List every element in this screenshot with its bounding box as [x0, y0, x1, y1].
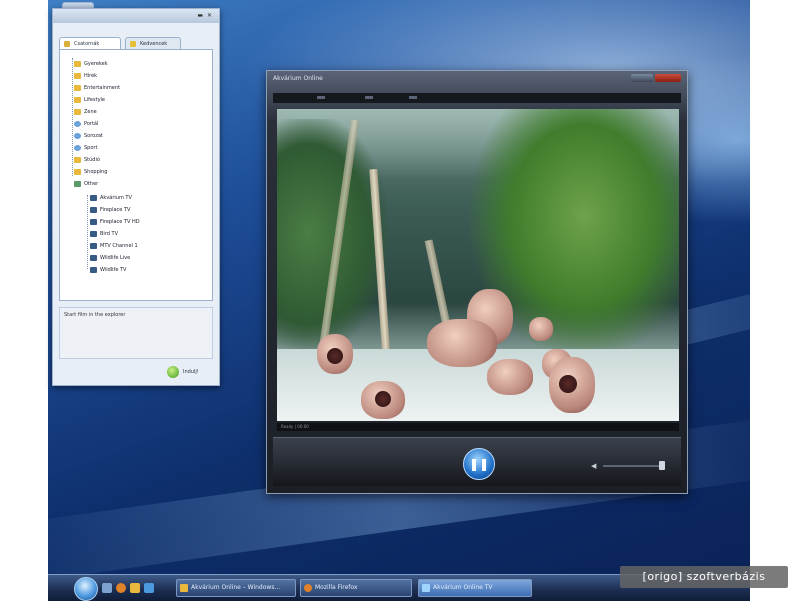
folder-icon[interactable]	[130, 583, 140, 593]
aquarium-ornament	[487, 359, 533, 395]
channel-window: ▬ ✕ Csatornák Kedvencek Gyerekek Hírek E…	[52, 8, 220, 386]
folder-icon	[74, 72, 81, 79]
tree-item-channel[interactable]: Wildlife Live	[90, 254, 130, 263]
ornament-hole	[375, 391, 391, 407]
player-title: Akvárium Online	[273, 75, 323, 82]
folder-open-icon	[74, 180, 81, 187]
menu-item[interactable]	[409, 96, 417, 99]
ornament-hole	[559, 375, 577, 393]
menu-item[interactable]	[365, 96, 373, 99]
folder-icon	[74, 60, 81, 67]
aquarium-plants	[277, 119, 387, 349]
tab-channels[interactable]: Csatornák	[59, 37, 121, 49]
star-icon	[130, 41, 136, 47]
tree-item-channel[interactable]: MTV Channel 1	[90, 242, 138, 251]
tree-item-category[interactable]: Sorozat	[74, 132, 103, 141]
folder-icon	[74, 168, 81, 175]
channel-tabs: Csatornák Kedvencek	[59, 37, 213, 49]
tree-item-category[interactable]: Sport	[74, 144, 97, 153]
pause-icon: ❚❚	[468, 457, 490, 471]
menu-item[interactable]	[317, 96, 325, 99]
tree-item-category[interactable]: Stúdió	[74, 156, 100, 165]
channel-icon	[90, 230, 97, 237]
aquarium-ornament	[361, 381, 405, 419]
tree-item-category[interactable]: Gyerekek	[74, 60, 108, 69]
volume-slider-handle[interactable]	[659, 461, 665, 470]
globe-icon	[74, 144, 81, 151]
channel-icon	[90, 266, 97, 273]
folder-icon	[74, 96, 81, 103]
window-controls-icon[interactable]: ▬ ✕	[197, 12, 213, 19]
pause-button[interactable]: ❚❚	[463, 448, 495, 480]
aquarium-ornament	[427, 319, 497, 367]
tree-item-channel[interactable]: Fireplace TV HD	[90, 218, 140, 227]
start-label: Indulj!	[183, 369, 199, 375]
info-panel: Start film in the explorer	[59, 307, 213, 359]
ornament-hole	[327, 348, 343, 364]
channel-tree: Gyerekek Hírek Entertainment Lifestyle Z…	[59, 49, 213, 301]
tree-item-category[interactable]: Shopping	[74, 168, 107, 177]
tv-icon	[64, 41, 70, 47]
media-icon[interactable]	[144, 583, 154, 593]
folder-icon	[74, 84, 81, 91]
channel-icon	[90, 254, 97, 261]
folder-icon	[74, 108, 81, 115]
player-menubar	[273, 93, 681, 103]
show-desktop-icon[interactable]	[102, 583, 112, 593]
channel-window-titlebar[interactable]: ▬ ✕	[53, 9, 219, 23]
channel-icon	[90, 242, 97, 249]
speaker-icon[interactable]: ◀	[591, 462, 596, 470]
aquarium-ornament	[549, 357, 595, 413]
watermark: [origo] szoftverbázis	[620, 566, 788, 588]
video-frame[interactable]	[277, 109, 679, 421]
tab-favorites[interactable]: Kedvencek	[125, 37, 181, 49]
firefox-icon	[304, 584, 312, 592]
start-orb-icon[interactable]	[74, 577, 98, 601]
tree-item-channel[interactable]: Wildlife TV	[90, 266, 126, 275]
channel-icon	[90, 206, 97, 213]
tree-item-category[interactable]: Hírek	[74, 72, 97, 81]
tree-item-category[interactable]: Portál	[74, 120, 98, 129]
tree-item-category[interactable]: Lifestyle	[74, 96, 105, 105]
minimize-maximize-icon[interactable]	[631, 74, 653, 82]
tree-item-category[interactable]: Entertainment	[74, 84, 120, 93]
tree-connector	[87, 195, 89, 269]
tree-item-category[interactable]: Other	[74, 180, 98, 189]
channel-icon	[90, 194, 97, 201]
window-icon	[180, 584, 188, 592]
firefox-icon[interactable]	[116, 583, 126, 593]
status-text: Ready | 00:00	[281, 424, 309, 429]
tv-icon	[422, 584, 430, 592]
player-controls: ❚❚ ◀	[273, 437, 681, 486]
aquarium-ornament	[529, 317, 553, 341]
taskbar-button[interactable]: Akvárium Online – Windows...	[176, 579, 296, 597]
taskbar-button[interactable]: Akvárium Online TV	[418, 579, 532, 597]
tree-item-channel[interactable]: Akvárium TV	[90, 194, 132, 203]
start-button[interactable]: Indulj!	[165, 365, 211, 379]
info-text: Start film in the explorer	[64, 312, 126, 318]
globe-icon	[74, 132, 81, 139]
go-icon	[167, 366, 179, 378]
tab-label: Kedvencek	[140, 41, 168, 47]
video-status-bar: Ready | 00:00	[277, 423, 679, 431]
player-window: Akvárium Online Ready | 00:00 ❚❚ ◀	[266, 70, 688, 494]
tree-item-channel[interactable]: Fireplace TV	[90, 206, 130, 215]
tab-label: Csatornák	[74, 41, 100, 47]
volume-slider[interactable]	[603, 465, 663, 467]
tree-item-channel[interactable]: Bird TV	[90, 230, 118, 239]
aquarium-ornament	[317, 334, 353, 374]
taskbar-button[interactable]: Mozilla Firefox	[300, 579, 412, 597]
channel-icon	[90, 218, 97, 225]
folder-icon	[74, 156, 81, 163]
tree-item-category[interactable]: Zene	[74, 108, 97, 117]
globe-icon	[74, 120, 81, 127]
close-icon[interactable]	[655, 74, 681, 82]
